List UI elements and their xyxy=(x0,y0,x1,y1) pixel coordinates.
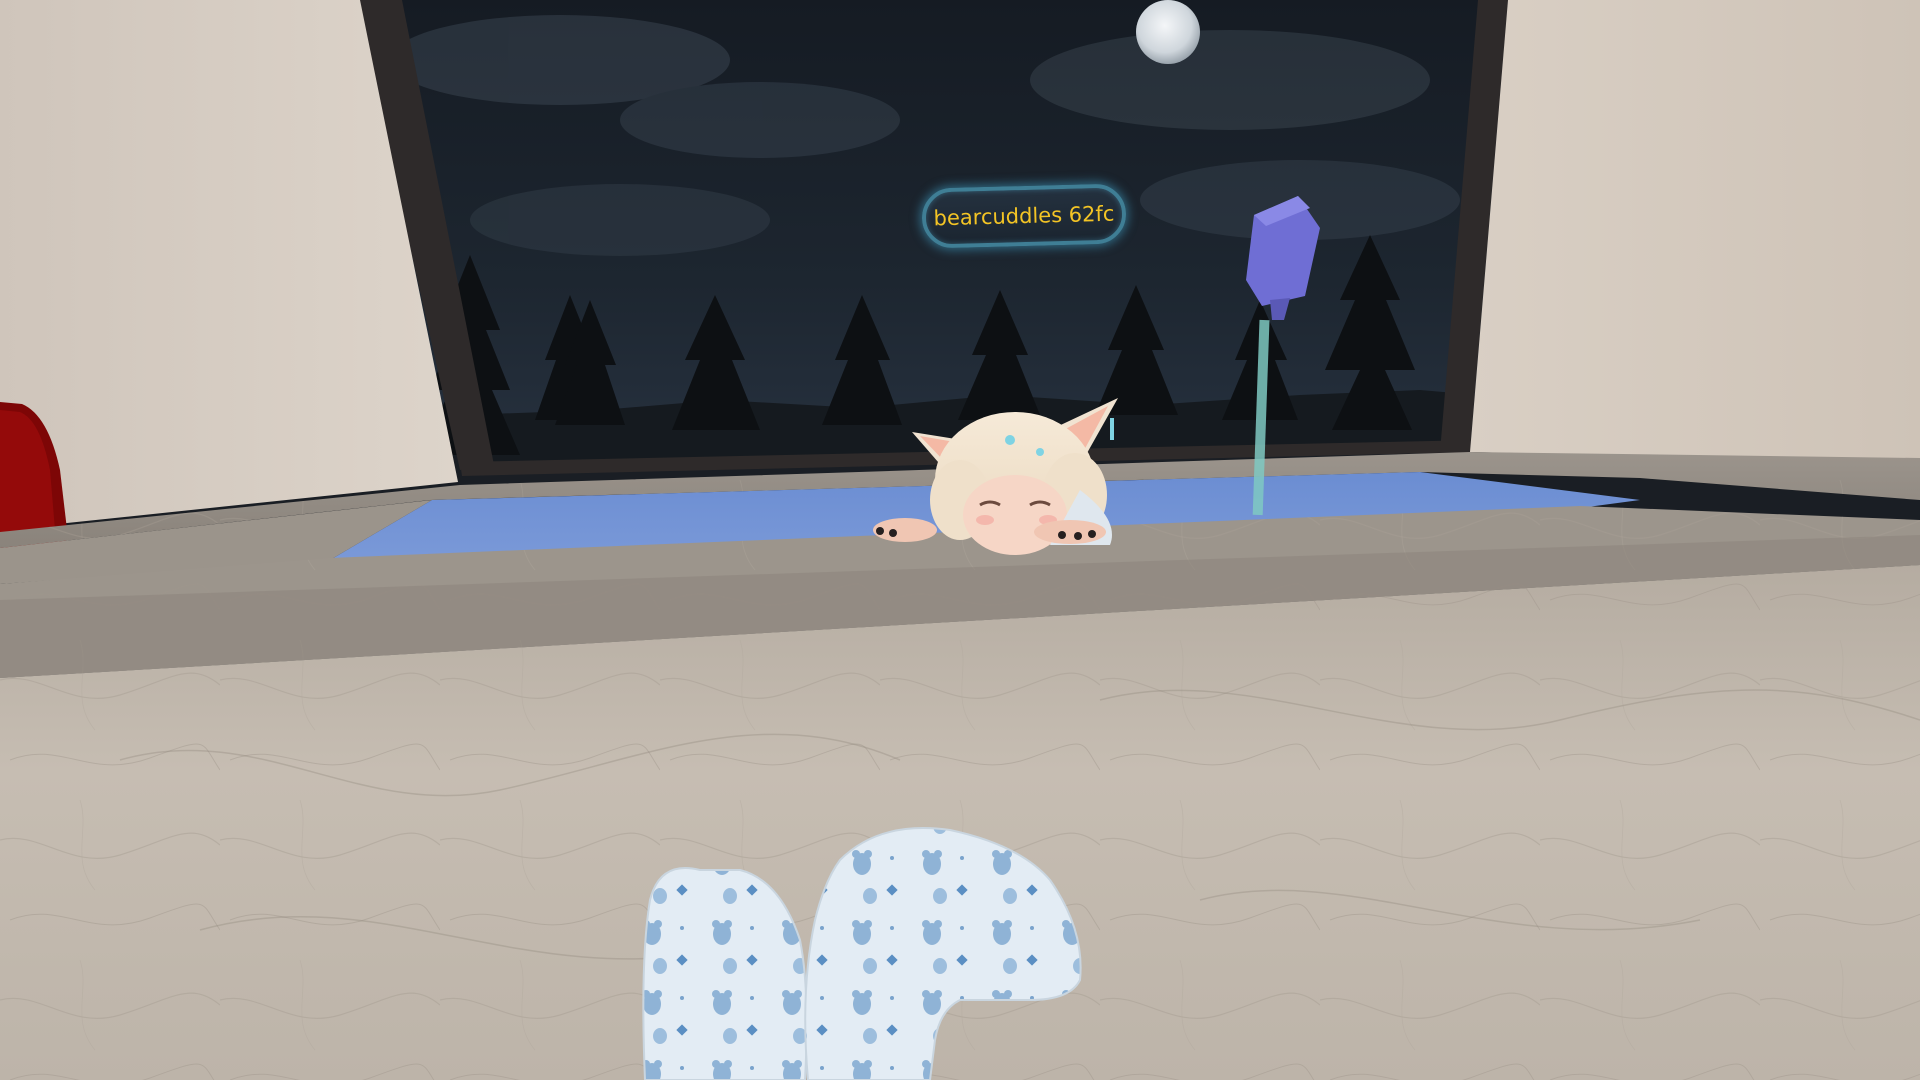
player-nameplate: bearcuddles 62fc xyxy=(921,183,1127,249)
moon xyxy=(1136,0,1200,64)
wall-right xyxy=(1470,0,1920,462)
player-name-label: bearcuddles 62fc xyxy=(933,201,1115,231)
vr-scene-viewport: bearcuddles 62fc xyxy=(0,0,1920,1080)
scene-graphics xyxy=(0,0,1920,1080)
